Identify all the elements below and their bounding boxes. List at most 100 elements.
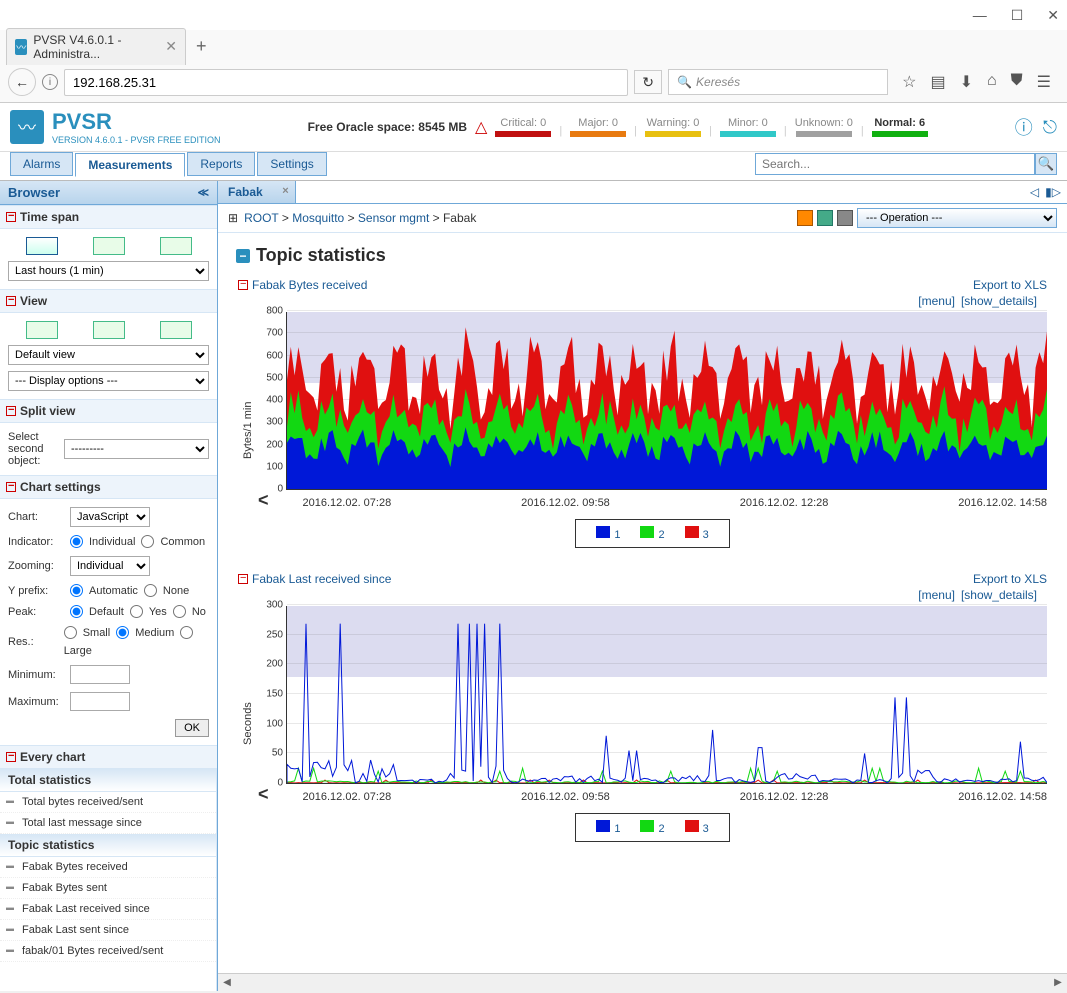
collapse-left-icon[interactable]: ≪ bbox=[197, 186, 209, 199]
tab-measurements[interactable]: Measurements bbox=[75, 153, 185, 177]
window-close[interactable]: ✕ bbox=[1047, 7, 1059, 24]
indicator-common-radio[interactable] bbox=[141, 535, 154, 548]
chart-prev-icon[interactable]: < bbox=[258, 490, 269, 511]
split-object-select[interactable]: --------- bbox=[64, 439, 209, 459]
yprefix-auto-radio[interactable] bbox=[70, 584, 83, 597]
window-minimize[interactable]: — bbox=[973, 7, 987, 23]
status-major[interactable]: Major: 0 bbox=[578, 117, 618, 129]
tab-close-icon[interactable]: ✕ bbox=[165, 38, 177, 55]
min-input[interactable] bbox=[70, 665, 130, 684]
home-icon[interactable]: ⌂ bbox=[987, 72, 997, 92]
toolbar-icon-2[interactable] bbox=[817, 210, 833, 226]
legend-item[interactable]: 1 bbox=[596, 526, 620, 541]
crumb-mosquitto[interactable]: Mosquitto bbox=[292, 211, 344, 225]
status-warning[interactable]: Warning: 0 bbox=[647, 117, 700, 129]
help-icon[interactable]: ⓘ bbox=[1015, 114, 1033, 140]
tree-item[interactable]: fabak/01 Bytes received/sent bbox=[0, 941, 216, 962]
status-unknown[interactable]: Unknown: 0 bbox=[795, 117, 853, 129]
window-maximize[interactable]: ☐ bbox=[1011, 7, 1024, 24]
chart-prev-icon[interactable]: < bbox=[258, 784, 269, 805]
legend-item[interactable]: 2 bbox=[640, 820, 664, 835]
tree-item[interactable]: Fabak Bytes sent bbox=[0, 878, 216, 899]
timespan-select[interactable]: Last hours (1 min) bbox=[8, 261, 209, 281]
back-button[interactable]: ← bbox=[8, 68, 36, 96]
peak-yes-radio[interactable] bbox=[130, 605, 143, 618]
app-search-button[interactable]: 🔍 bbox=[1035, 153, 1057, 175]
view-icon-a[interactable] bbox=[26, 321, 58, 339]
prev-icon[interactable]: ◁ bbox=[1030, 185, 1039, 199]
menu-icon[interactable]: ☰ bbox=[1037, 72, 1051, 92]
crumb-sensor-mgmt[interactable]: Sensor mgmt bbox=[358, 211, 429, 225]
chart-plot-area[interactable]: 0100200300400500600700800 bbox=[286, 312, 1047, 490]
chart-title-link[interactable]: Fabak Bytes received bbox=[252, 278, 367, 292]
peak-default-radio[interactable] bbox=[70, 605, 83, 618]
next-icon[interactable]: ▮▷ bbox=[1045, 185, 1061, 199]
legend-item[interactable]: 1 bbox=[596, 820, 620, 835]
everychart-header[interactable]: Every chart bbox=[0, 745, 217, 769]
chart-details-link[interactable]: [show_details] bbox=[961, 588, 1037, 602]
expand-tree-icon[interactable]: ⊞ bbox=[228, 211, 238, 225]
zooming-select[interactable]: Individual bbox=[70, 556, 150, 576]
collapse-section-icon[interactable]: − bbox=[236, 249, 250, 263]
res-medium-radio[interactable] bbox=[116, 626, 129, 639]
tree-item[interactable]: Total last message since bbox=[0, 813, 216, 834]
chart-plot-area[interactable]: 050100150200250300 bbox=[286, 606, 1047, 784]
logout-icon[interactable]: ⎋ bbox=[1043, 117, 1057, 138]
bookmark-icon[interactable]: ☆ bbox=[902, 72, 916, 92]
browser-search[interactable]: 🔍 Keresés bbox=[668, 69, 888, 95]
url-input[interactable] bbox=[64, 69, 628, 96]
download-icon[interactable]: ⬇ bbox=[960, 72, 973, 92]
yprefix-none-radio[interactable] bbox=[144, 584, 157, 597]
chart-collapse-icon[interactable] bbox=[238, 574, 248, 584]
view-select[interactable]: Default view bbox=[8, 345, 209, 365]
app-search-input[interactable] bbox=[755, 153, 1035, 175]
status-minor[interactable]: Minor: 0 bbox=[728, 117, 768, 129]
content-tab[interactable]: Fabak × bbox=[218, 181, 296, 203]
chart-menu-link[interactable]: [menu] bbox=[918, 588, 955, 602]
site-info-icon[interactable]: i bbox=[42, 74, 58, 90]
res-large-radio[interactable] bbox=[180, 626, 193, 639]
chart-title-link[interactable]: Fabak Last received since bbox=[252, 572, 391, 586]
browser-tab[interactable]: 〰 PVSR V4.6.0.1 - Administra... ✕ bbox=[6, 28, 186, 65]
toolbar-icon-3[interactable] bbox=[837, 210, 853, 226]
tree-item[interactable]: Fabak Last sent since bbox=[0, 920, 216, 941]
ok-button[interactable]: OK bbox=[175, 719, 209, 737]
view-icon-b[interactable] bbox=[93, 321, 125, 339]
display-options-select[interactable]: --- Display options --- bbox=[8, 371, 209, 391]
status-normal[interactable]: Normal: 6 bbox=[874, 117, 925, 129]
library-icon[interactable]: ▤ bbox=[930, 72, 945, 92]
export-xls-link[interactable]: Export to XLS bbox=[973, 572, 1047, 586]
horizontal-scrollbar[interactable]: ◀▶ bbox=[218, 973, 1067, 991]
status-critical[interactable]: Critical: 0 bbox=[500, 117, 546, 129]
pocket-icon[interactable]: ⛊ bbox=[1011, 72, 1023, 92]
splitview-header[interactable]: Split view bbox=[0, 399, 217, 423]
chart-menu-link[interactable]: [menu] bbox=[918, 294, 955, 308]
chart-details-link[interactable]: [show_details] bbox=[961, 294, 1037, 308]
tab-reports[interactable]: Reports bbox=[187, 152, 255, 176]
chartsettings-header[interactable]: Chart settings bbox=[0, 475, 217, 499]
new-tab-button[interactable]: + bbox=[196, 36, 207, 57]
legend-item[interactable]: 2 bbox=[640, 526, 664, 541]
tab-settings[interactable]: Settings bbox=[257, 152, 326, 176]
view-header[interactable]: View bbox=[0, 289, 217, 313]
reload-button[interactable]: ↻ bbox=[634, 70, 662, 94]
toolbar-icon-1[interactable] bbox=[797, 210, 813, 226]
indicator-individual-radio[interactable] bbox=[70, 535, 83, 548]
res-small-radio[interactable] bbox=[64, 626, 77, 639]
content-tab-close-icon[interactable]: × bbox=[282, 185, 288, 197]
graph-icon-b[interactable] bbox=[160, 237, 192, 255]
operation-select[interactable]: --- Operation --- bbox=[857, 208, 1057, 228]
peak-no-radio[interactable] bbox=[173, 605, 186, 618]
crumb-root[interactable]: ROOT bbox=[244, 211, 278, 225]
tree-item[interactable]: Fabak Last received since bbox=[0, 899, 216, 920]
legend-item[interactable]: 3 bbox=[685, 526, 709, 541]
tree-item[interactable]: Total bytes received/sent bbox=[0, 792, 216, 813]
graph-icon-a[interactable] bbox=[93, 237, 125, 255]
max-input[interactable] bbox=[70, 692, 130, 711]
export-xls-link[interactable]: Export to XLS bbox=[973, 278, 1047, 292]
tree-item[interactable]: Fabak Bytes received bbox=[0, 857, 216, 878]
tab-alarms[interactable]: Alarms bbox=[10, 152, 73, 176]
clock-icon[interactable] bbox=[26, 237, 58, 255]
timespan-header[interactable]: Time span bbox=[0, 205, 217, 229]
chart-collapse-icon[interactable] bbox=[238, 280, 248, 290]
